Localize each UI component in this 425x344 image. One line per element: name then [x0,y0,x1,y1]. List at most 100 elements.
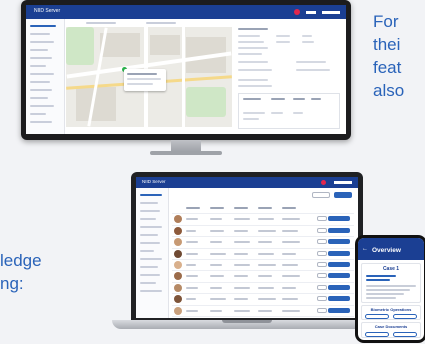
bg-text-line: thei [373,35,401,54]
avatar [174,249,182,258]
row-primary-button[interactable] [328,261,350,267]
map-view[interactable] [66,27,232,127]
case-card: Case 1 [361,263,421,303]
bg-text-line: ledge [0,251,42,270]
sidebar-item[interactable] [30,89,52,91]
sidebar-item[interactable] [140,210,160,212]
row-primary-button[interactable] [328,216,350,222]
sidebar-item[interactable] [30,81,50,83]
sidebar-item[interactable] [30,57,52,59]
desktop-monitor: NIID Server [21,0,351,140]
sidebar-item[interactable] [140,290,162,292]
notification-icon[interactable] [321,180,326,185]
table-row[interactable] [172,260,354,272]
row-action-button[interactable] [317,227,327,233]
map-road [182,27,185,127]
table-row[interactable] [172,283,354,295]
row-primary-button[interactable] [328,227,350,233]
sidebar-item[interactable] [30,97,48,99]
sidebar-item[interactable] [140,282,156,284]
row-action-button[interactable] [317,261,327,267]
sidebar-item[interactable] [140,250,154,252]
case-documents-title: Case Documents [374,324,408,329]
laptop-app-title: NIID Server [142,179,166,184]
user-menu[interactable] [322,10,340,14]
row-action-button[interactable] [317,239,327,245]
row-primary-button[interactable] [328,273,350,279]
filter-dropdown[interactable] [312,192,330,198]
sidebar-item[interactable] [30,25,56,27]
sidebar-item[interactable] [30,33,50,35]
sidebar-item[interactable] [30,49,48,51]
row-action-button[interactable] [317,250,327,256]
user-menu[interactable] [334,181,352,184]
sidebar-item[interactable] [140,266,158,268]
row-action-button[interactable] [317,284,327,290]
bg-text-line: also [373,81,405,100]
back-arrow-icon[interactable]: ← [362,246,368,252]
table-row[interactable] [172,271,354,283]
table-row[interactable] [172,226,354,238]
biometric-operations-card: Biometric Operations [361,305,421,320]
avatar [174,260,182,269]
row-action-button[interactable] [317,216,327,222]
biometric-action-button[interactable] [393,314,417,319]
sidebar-item[interactable] [140,234,158,236]
table-row[interactable] [172,294,354,306]
notification-icon[interactable] [294,9,300,15]
sidebar-item[interactable] [140,218,156,220]
document-action-button[interactable] [365,332,389,337]
bg-text-line: ng: [0,274,24,293]
row-primary-button[interactable] [328,239,350,245]
sidebar-item[interactable] [30,121,52,123]
row-primary-button[interactable] [328,250,350,256]
sidebar-item[interactable] [30,65,46,67]
map-info-popup [124,69,166,91]
map-building [150,35,180,55]
sidebar-item[interactable] [140,274,160,276]
avatar [174,283,182,292]
table-row[interactable] [172,214,354,226]
map-park [186,87,226,117]
monitor-stand-base [150,151,222,155]
sidebar-item[interactable] [30,41,54,43]
sidebar-item[interactable] [30,113,46,115]
row-action-button[interactable] [317,307,327,313]
sidebar-item[interactable] [140,258,162,260]
map-tab[interactable] [146,22,176,24]
add-button[interactable] [334,192,352,198]
sidebar-item[interactable] [30,105,54,107]
phone-screen: ← Overview Case 1 Biometric Operations C… [358,238,424,340]
row-primary-button[interactable] [328,284,350,290]
sidebar-item[interactable] [30,73,54,75]
table-row[interactable] [172,237,354,249]
map-tab[interactable] [86,22,116,24]
table-row[interactable] [172,306,354,317]
biometric-action-button[interactable] [365,314,389,319]
laptop-notch [222,320,272,323]
sidebar-item[interactable] [140,226,162,228]
row-action-button[interactable] [317,273,327,279]
row-primary-button[interactable] [328,296,350,302]
row-primary-button[interactable] [328,307,350,313]
table-row[interactable] [172,249,354,260]
row-action-button[interactable] [317,296,327,302]
table-row[interactable] [172,317,354,318]
avatar [174,226,182,235]
avatar [174,272,182,281]
avatar [174,215,182,224]
phone-header: ← Overview [358,238,424,260]
mobile-phone: ← Overview Case 1 Biometric Operations C… [355,235,425,343]
phone-header-title: Overview [372,247,401,254]
sidebar-item[interactable] [140,194,162,196]
bg-text-line: feat [373,58,402,77]
document-action-button[interactable] [393,332,417,337]
sidebar-item[interactable] [140,242,160,244]
sidebar-item[interactable] [140,202,158,204]
bg-text-line: For [373,12,399,31]
table-header [172,203,354,215]
avatar [174,238,182,247]
avatar [174,306,182,315]
operations-table [238,93,340,129]
menu-icon[interactable] [306,10,316,14]
